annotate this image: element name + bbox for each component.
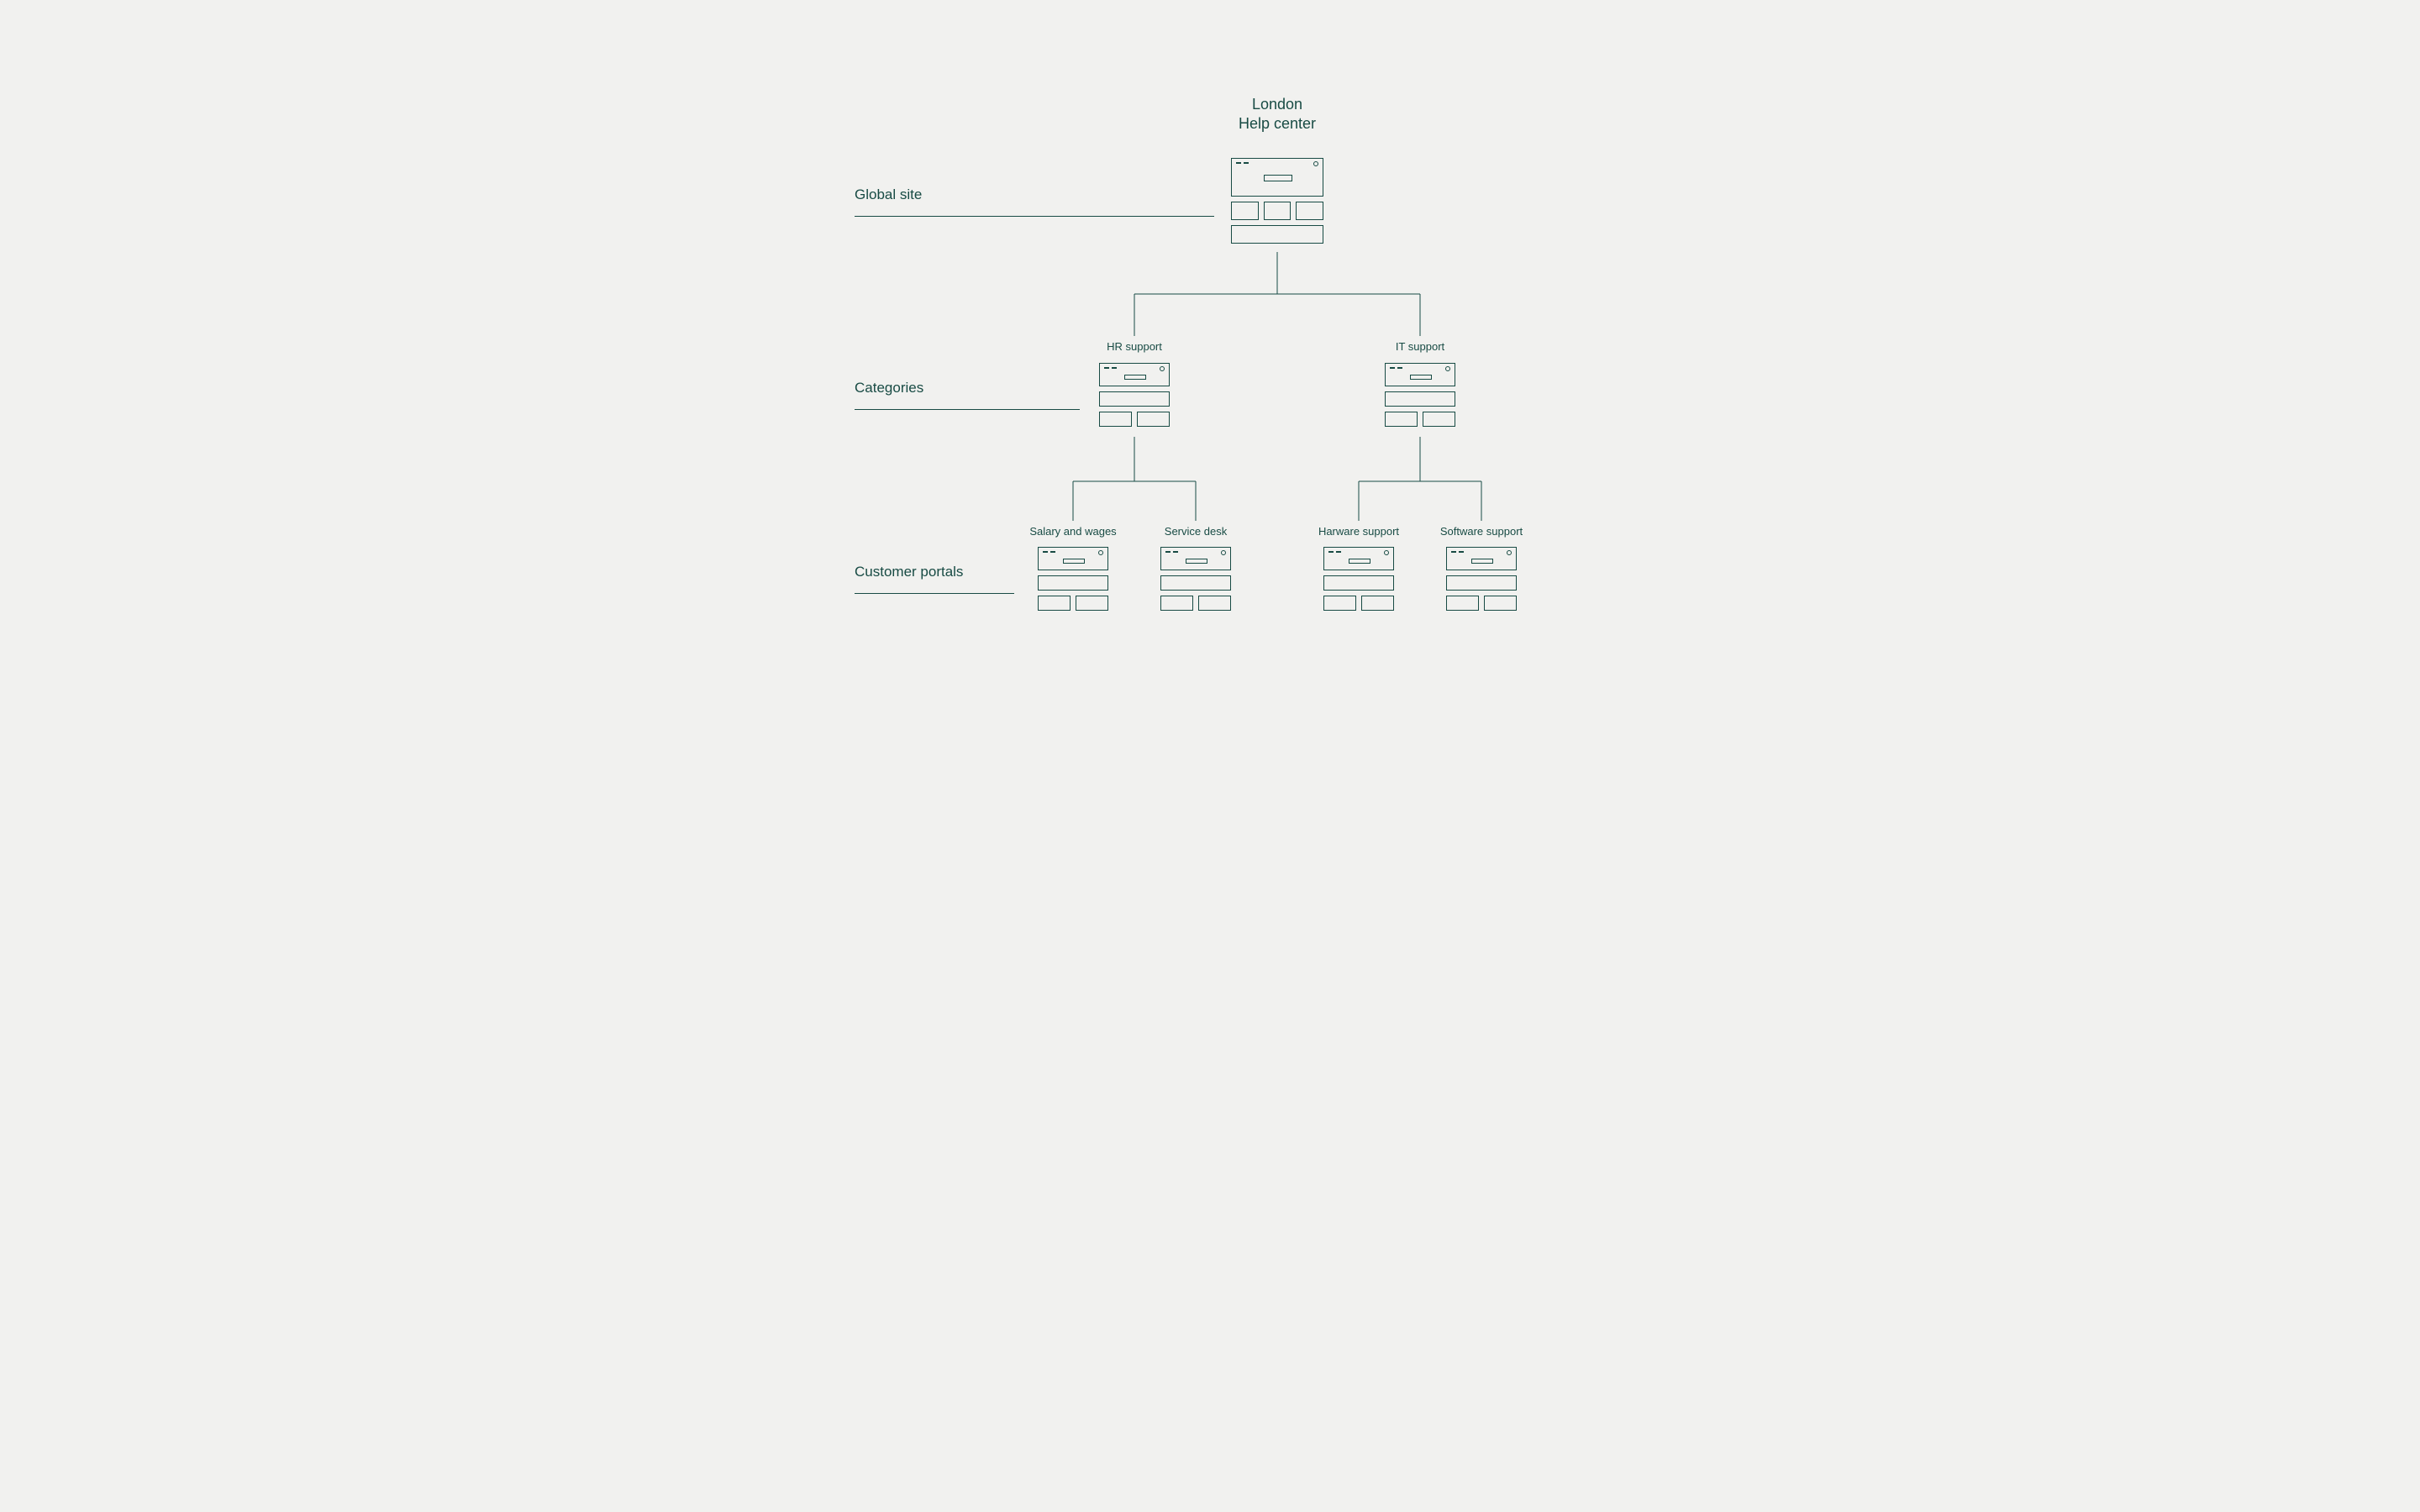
- wireframe-tile-icon: [1361, 596, 1394, 611]
- wireframe-header-icon: [1385, 363, 1455, 386]
- title-line2: Help center: [1239, 115, 1316, 132]
- diagram-canvas: London Help center Global site Categorie…: [605, 0, 1815, 756]
- wireframe-tile-icon: [1385, 391, 1455, 407]
- site-card-software: [1446, 547, 1517, 611]
- site-card-hardware: [1323, 547, 1394, 611]
- wireframe-tile-icon: [1231, 225, 1323, 244]
- wireframe-header-icon: [1099, 363, 1170, 386]
- wireframe-header-icon: [1160, 547, 1231, 570]
- wireframe-tile-icon: [1099, 391, 1170, 407]
- wireframe-header-icon: [1446, 547, 1517, 570]
- wireframe-tile-icon: [1385, 412, 1418, 427]
- title-line1: London: [1252, 96, 1302, 113]
- portal-label-software: Software support: [1435, 525, 1528, 538]
- wireframe-tile-icon: [1160, 596, 1193, 611]
- portal-label-hardware: Harware support: [1313, 525, 1405, 538]
- wireframe-tile-icon: [1099, 412, 1132, 427]
- wireframe-tile-icon: [1423, 412, 1455, 427]
- site-card-servicedesk: [1160, 547, 1231, 611]
- wireframe-tile-icon: [1484, 596, 1517, 611]
- row-label-global: Global site: [855, 186, 922, 203]
- wireframe-tile-icon: [1296, 202, 1323, 220]
- wireframe-header-icon: [1323, 547, 1394, 570]
- site-card-it: [1385, 363, 1455, 427]
- wireframe-tile-icon: [1137, 412, 1170, 427]
- row-rule-global: [855, 216, 1214, 217]
- row-label-portals: Customer portals: [855, 564, 963, 580]
- row-rule-portals: [855, 593, 1014, 594]
- category-label-it: IT support: [1378, 340, 1462, 353]
- wireframe-tile-icon: [1038, 575, 1108, 591]
- wireframe-header-icon: [1231, 158, 1323, 197]
- portal-label-salary: Salary and wages: [1027, 525, 1119, 538]
- wireframe-tile-icon: [1264, 202, 1292, 220]
- wireframe-header-icon: [1038, 547, 1108, 570]
- site-card-global: [1231, 158, 1323, 244]
- wireframe-tile-icon: [1076, 596, 1108, 611]
- wireframe-tile-icon: [1323, 596, 1356, 611]
- wireframe-tile-icon: [1446, 596, 1479, 611]
- wireframe-tile-icon: [1160, 575, 1231, 591]
- site-card-hr: [1099, 363, 1170, 427]
- row-label-categories: Categories: [855, 380, 923, 396]
- site-card-salary: [1038, 547, 1108, 611]
- wireframe-tile-icon: [1198, 596, 1231, 611]
- wireframe-tile-icon: [1038, 596, 1071, 611]
- wireframe-tile-icon: [1446, 575, 1517, 591]
- portal-label-servicedesk: Service desk: [1154, 525, 1238, 538]
- wireframe-tile-icon: [1323, 575, 1394, 591]
- wireframe-tile-icon: [1231, 202, 1259, 220]
- diagram-title: London Help center: [1193, 95, 1361, 134]
- row-rule-categories: [855, 409, 1080, 410]
- category-label-hr: HR support: [1092, 340, 1176, 353]
